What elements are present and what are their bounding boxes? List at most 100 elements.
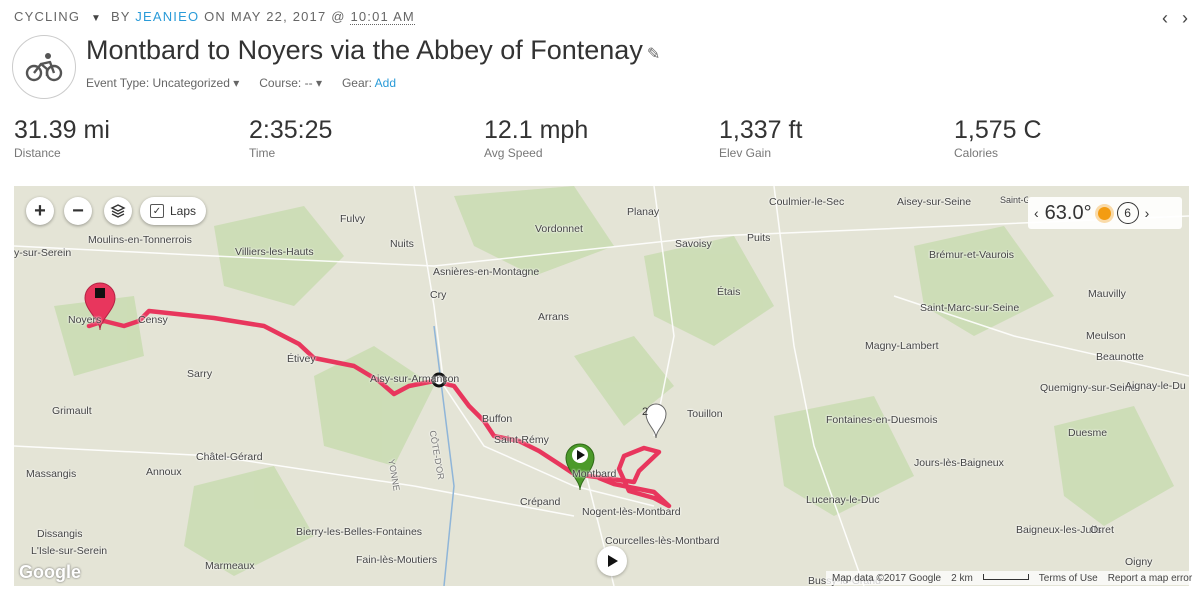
map-place: Noyers [68, 314, 102, 326]
zoom-out-button[interactable]: − [64, 197, 92, 225]
event-type-select[interactable]: Event Type: Uncategorized ▾ [86, 76, 239, 90]
map-place: Beaunotte [1096, 351, 1144, 363]
gear-field: Gear: Add [342, 76, 396, 90]
map-place: Cry [430, 289, 447, 301]
map-place: Puits [747, 232, 771, 244]
map-place: Meulson [1086, 330, 1126, 342]
map-place: Nuits [390, 238, 414, 250]
chevron-down-icon: ▾ [315, 76, 322, 90]
stat-avg-speed: 12.1 mph Avg Speed [484, 116, 719, 160]
map-place: Grimault [52, 405, 92, 417]
activity-type-dropdown-icon[interactable]: ▼ [91, 13, 102, 24]
stat-distance: 31.39 mi Distance [14, 116, 249, 160]
map-place: Fulvy [340, 213, 366, 225]
map-place: Étivey [287, 353, 316, 365]
laps-label: Laps [170, 204, 197, 218]
map-place: Marmeaux [205, 560, 255, 572]
time-label[interactable]: 10:01 AM [350, 9, 415, 25]
stat-calories: 1,575 C Calories [954, 116, 1189, 160]
terms-link[interactable]: Terms of Use [1039, 573, 1098, 584]
route-map[interactable] [14, 186, 1189, 586]
map-place: Moulins-en-Tonnerrois [88, 234, 192, 246]
stat-time: 2:35:25 Time [249, 116, 484, 160]
google-logo: Google [19, 562, 81, 582]
map-place: Buffon [482, 413, 513, 425]
map-place: Orret [1090, 524, 1114, 536]
stat-value: 31.39 mi [14, 116, 110, 144]
chevron-down-icon: ▾ [233, 76, 240, 90]
stat-value: 1,337 ft [719, 116, 803, 144]
sun-icon [1097, 206, 1111, 220]
map-place: Planay [627, 206, 660, 218]
chevron-right-icon[interactable]: › [1182, 8, 1188, 29]
map-place: Saint-Rémy [494, 434, 549, 446]
activity-title-text: Montbard to Noyers via the Abbey of Font… [86, 35, 643, 65]
map-place: Châtel-Gérard [196, 451, 263, 463]
report-error-link[interactable]: Report a map error [1108, 573, 1192, 584]
temperature: 63.0° [1044, 201, 1092, 224]
map-place: Aisey-sur-Seine [897, 196, 972, 208]
stat-label: Avg Speed [484, 146, 543, 160]
play-button[interactable] [597, 546, 627, 576]
map-place: Étais [717, 286, 741, 298]
activity-header: CYCLING ▼ BY JEANIEO ON MAY 22, 2017 @ 1… [14, 9, 415, 25]
map-place: Villiers-les-Hauts [235, 246, 314, 258]
map-place: Asnières-en-Montagne [433, 266, 540, 278]
stat-label: Distance [14, 146, 61, 160]
by-label: BY [110, 9, 131, 24]
map-place: Montbard [572, 468, 617, 480]
stat-value: 2:35:25 [249, 116, 333, 144]
gear-label: Gear: [341, 76, 372, 90]
map-place: Fain-lès-Moutiers [356, 554, 438, 566]
stat-label: Calories [954, 146, 999, 160]
map-place: Fontaines-en-Duesmois [826, 414, 938, 426]
map-place: Dissangis [37, 528, 83, 540]
wind-badge: 6 [1116, 202, 1139, 224]
checkbox-icon[interactable]: ✓ [150, 204, 164, 218]
map-place: y-sur-Serein [14, 247, 72, 259]
map-place: Arrans [538, 311, 569, 323]
stats-row: 31.39 mi Distance 2:35:25 Time 12.1 mph Avg… [14, 116, 1189, 160]
course-select[interactable]: Course: -- ▾ [259, 76, 322, 90]
map-place: Saint-Germain-le-Rocheux [1000, 195, 1028, 205]
map-place: Annoux [146, 466, 182, 478]
chevron-left-icon[interactable]: ‹ [1162, 8, 1168, 29]
map-place: Quemigny-sur-Seine [1040, 382, 1137, 394]
stat-label: Time [249, 146, 276, 160]
pencil-icon[interactable]: ✎ [647, 46, 660, 63]
course-label: Course: -- [259, 76, 313, 90]
map-place: Brémur-et-Vaurois [929, 249, 1014, 261]
cycling-icon [12, 35, 76, 99]
zoom-in-button[interactable]: + [26, 197, 54, 225]
lap-2-marker[interactable] [645, 403, 667, 439]
map-place: Saint-Marc-sur-Seine [920, 302, 1020, 314]
start-marker[interactable] [565, 443, 595, 491]
laps-toggle[interactable]: ✓ Laps [140, 197, 207, 225]
map-place: Nogent-lès-Montbard [582, 506, 681, 518]
map-place: Mauvilly [1088, 288, 1126, 300]
gear-add-link[interactable]: Add [375, 76, 396, 90]
chevron-right-icon[interactable]: › [1145, 205, 1150, 221]
date-label: ON MAY 22, 2017 @ [204, 9, 346, 24]
map-place: Savoisy [675, 238, 712, 250]
map-data-label: Map data ©2017 Google [832, 572, 942, 584]
play-icon [608, 555, 618, 567]
map-place: Oigny [1125, 556, 1153, 568]
map-place: Lucenay-le-Duc [806, 494, 880, 506]
scale-bar [982, 573, 1029, 580]
layers-icon [110, 204, 126, 218]
map-attribution: Map data ©2017 Google 2 km Terms of Use … [826, 571, 1199, 585]
map-place: Bierry-les-Belles-Fontaines [296, 526, 423, 538]
stat-value: 12.1 mph [484, 116, 589, 144]
map-canvas [14, 186, 1189, 586]
author-link[interactable]: JEANIEO [135, 9, 199, 24]
map-place: Vordonnet [535, 223, 583, 235]
map-place: Duesme [1068, 427, 1108, 439]
map-place: Sarry [187, 368, 213, 380]
layers-button[interactable] [104, 197, 132, 225]
chevron-left-icon[interactable]: ‹ [1034, 205, 1039, 221]
stat-label: Elev Gain [719, 146, 772, 160]
event-type-label: Event Type: Uncategorized [86, 76, 230, 90]
map-place: Touillon [687, 408, 723, 420]
map-place: L'Isle-sur-Serein [31, 545, 108, 557]
